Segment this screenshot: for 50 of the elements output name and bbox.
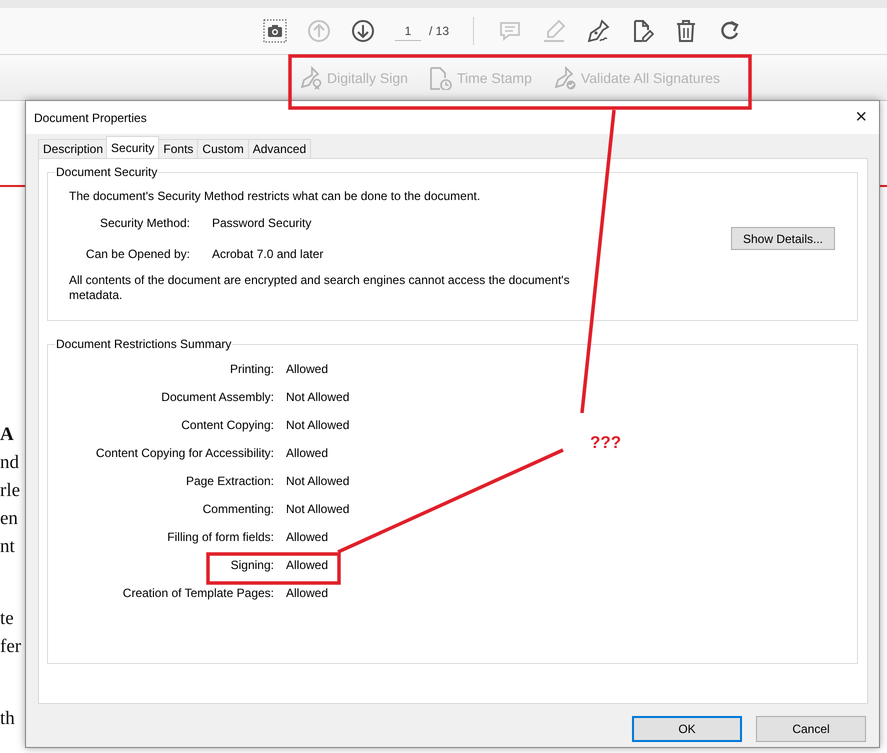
- restriction-value: Not Allowed: [286, 501, 350, 517]
- field-label: Security Method:: [98, 216, 190, 230]
- dialog-title: Document Properties: [34, 110, 147, 124]
- tab[interactable]: Advanced: [248, 139, 312, 158]
- restriction-value: Allowed: [286, 557, 330, 573]
- annotation-text: ???: [590, 433, 622, 453]
- restriction-label: Filling of form fields:: [166, 529, 274, 545]
- restriction-value: Not Allowed: [286, 417, 350, 433]
- restriction-label: Content Copying:: [180, 417, 274, 433]
- document-text: nt: [0, 535, 16, 559]
- encryption-note: All contents of the document are encrypted and search engines cannot access the document's metadata.: [69, 273, 571, 303]
- group-heading: Document Security: [55, 165, 158, 179]
- restriction-value: Not Allowed: [286, 389, 350, 405]
- restriction-label: Page Extraction:: [184, 473, 274, 489]
- document-clock-icon: [428, 66, 452, 90]
- field-label: Can be Opened by:: [84, 247, 190, 261]
- restriction-label: Creation of Template Pages:: [122, 585, 274, 601]
- document-text: fer: [0, 635, 22, 659]
- pen-nib-button[interactable]: [586, 19, 610, 43]
- field-value: Acrobat 7.0 and later: [212, 247, 324, 261]
- document-text: te: [0, 607, 15, 631]
- restriction-label: Signing:: [230, 557, 274, 573]
- restriction-value: Allowed: [286, 529, 330, 545]
- document-text: en: [0, 507, 19, 531]
- document-text: th: [0, 707, 16, 731]
- restriction-value: Not Allowed: [286, 473, 350, 489]
- cancel-button[interactable]: Cancel: [756, 716, 866, 742]
- document-text: rle: [0, 479, 22, 503]
- restriction-value: Allowed: [286, 445, 330, 461]
- page-total: / 13: [429, 24, 450, 38]
- document-text: A: [0, 423, 15, 447]
- restriction-label: Printing:: [228, 361, 274, 377]
- tab[interactable]: Description: [38, 139, 108, 158]
- restriction-label: Commenting:: [202, 501, 274, 517]
- restriction-label: Document Assembly:: [160, 389, 274, 405]
- ok-button[interactable]: OK: [632, 716, 742, 742]
- restriction-value: Allowed: [286, 361, 330, 377]
- restriction-label: Content Copying for Accessibility:: [94, 445, 274, 461]
- description-text: The document's Security Method restricts what can be done to the document.: [69, 189, 482, 203]
- field-value: Password Security: [212, 216, 312, 230]
- document-text: nd: [0, 451, 20, 475]
- tab[interactable]: Security: [106, 136, 160, 158]
- close-button[interactable]: ×: [851, 106, 871, 129]
- down-arrow-button[interactable]: [351, 19, 375, 43]
- show-details-button[interactable]: Show Details...: [731, 227, 835, 250]
- camera-button[interactable]: [263, 19, 287, 43]
- page-number-field[interactable]: 1: [395, 22, 421, 40]
- pen-seal-icon: [298, 66, 322, 90]
- group-heading: Document Restrictions Summary: [55, 337, 232, 351]
- restriction-value: Allowed: [286, 585, 330, 601]
